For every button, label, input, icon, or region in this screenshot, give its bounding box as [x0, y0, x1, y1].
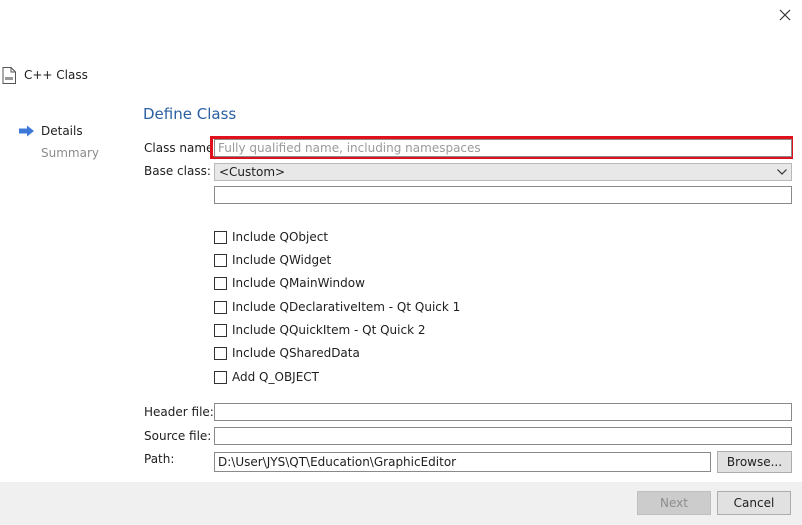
base-class-value: <Custom> [219, 165, 286, 179]
checkbox-label: Include QSharedData [232, 346, 360, 360]
checkbox-include-qmainwindow[interactable]: Include QMainWindow [214, 274, 365, 292]
class-name-input[interactable] [214, 139, 792, 157]
checkbox-add-q-object[interactable]: Add Q_OBJECT [214, 368, 319, 386]
next-button[interactable]: Next [637, 491, 711, 515]
base-class-label: Base class: [144, 164, 211, 178]
checkbox-include-qwidget[interactable]: Include QWidget [214, 251, 331, 269]
cancel-button[interactable]: Cancel [717, 491, 791, 515]
chevron-down-icon [777, 169, 787, 175]
step-details: Details [18, 120, 99, 142]
checkbox[interactable] [214, 230, 227, 244]
checkbox-label: Include QQuickItem - Qt Quick 2 [232, 323, 426, 337]
arrow-right-icon [19, 125, 34, 137]
page-title: Define Class [143, 105, 237, 123]
checkbox[interactable] [214, 370, 227, 384]
source-file-input[interactable] [214, 427, 792, 445]
checkbox-include-qquickitem[interactable]: Include QQuickItem - Qt Quick 2 [214, 321, 426, 339]
browse-button[interactable]: Browse... [717, 451, 792, 473]
checkbox-include-qdeclarativeitem[interactable]: Include QDeclarativeItem - Qt Quick 1 [214, 298, 460, 316]
header-file-label: Header file: [144, 405, 214, 419]
checkbox-label: Include QMainWindow [232, 276, 365, 290]
wizard-header: C++ Class [2, 65, 88, 85]
step-summary: Summary [18, 142, 99, 164]
checkbox[interactable] [214, 276, 227, 290]
source-file-label: Source file: [144, 429, 212, 443]
step-label: Summary [41, 146, 99, 160]
wizard-steps: Details Summary [18, 120, 99, 164]
path-input[interactable] [214, 452, 711, 472]
checkbox-include-qobject[interactable]: Include QObject [214, 228, 328, 246]
custom-base-input[interactable] [214, 186, 792, 204]
step-label: Details [41, 124, 83, 138]
checkbox[interactable] [214, 323, 227, 337]
close-icon [779, 9, 791, 21]
close-button[interactable] [772, 4, 798, 26]
class-name-label: Class name: [144, 141, 218, 155]
checkbox-include-qshareddata[interactable]: Include QSharedData [214, 344, 360, 362]
checkbox[interactable] [214, 346, 227, 360]
checkbox[interactable] [214, 300, 227, 314]
checkbox-label: Add Q_OBJECT [232, 370, 319, 384]
file-icon [2, 66, 16, 84]
checkbox-label: Include QWidget [232, 253, 332, 267]
wizard-title: C++ Class [24, 68, 88, 82]
checkbox-label: Include QDeclarativeItem - Qt Quick 1 [232, 300, 461, 314]
checkbox[interactable] [214, 253, 227, 267]
checkbox-label: Include QObject [232, 230, 329, 244]
header-file-input[interactable] [214, 403, 792, 421]
base-class-combo[interactable]: <Custom> [214, 163, 792, 181]
path-label: Path: [144, 452, 175, 466]
